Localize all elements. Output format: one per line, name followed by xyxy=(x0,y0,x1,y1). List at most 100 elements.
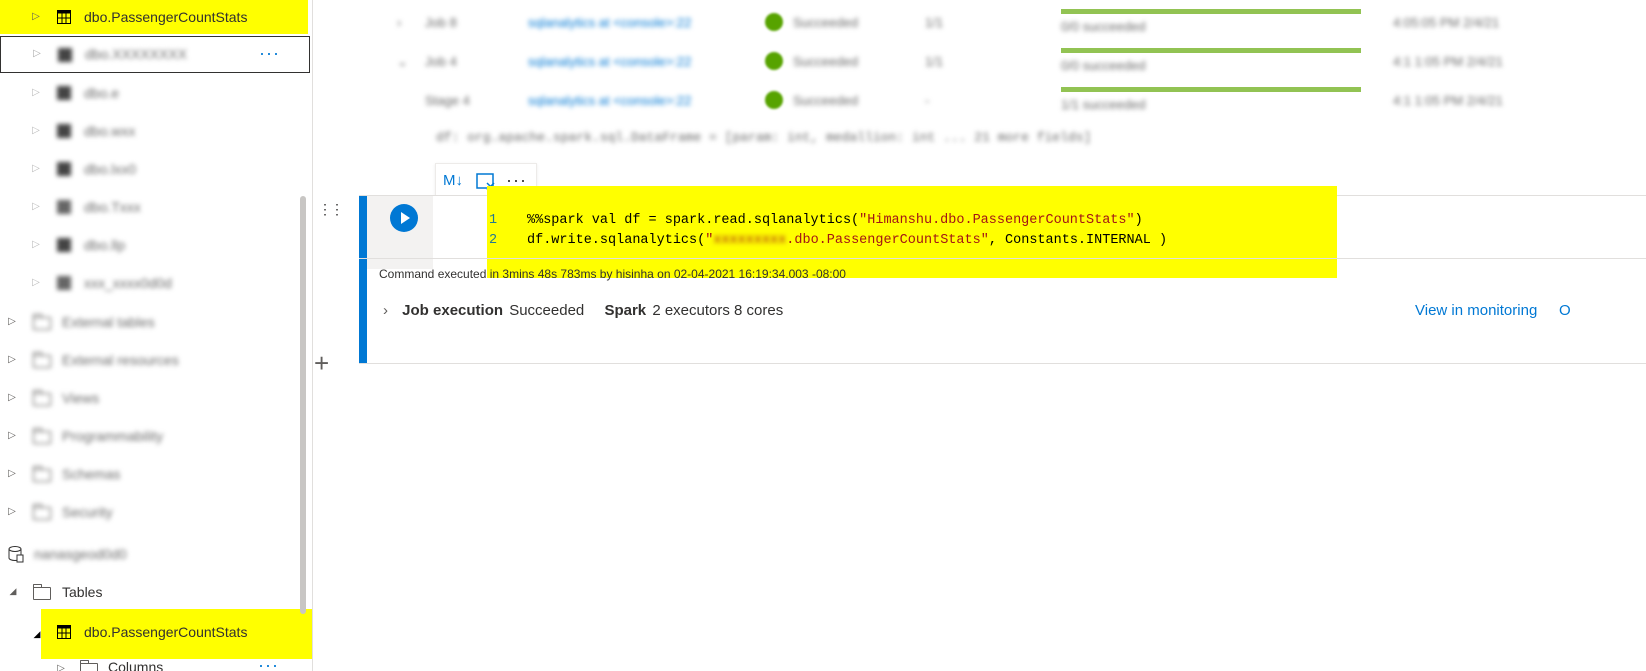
table-icon xyxy=(57,10,71,24)
tree-folder-label: External resources xyxy=(62,352,179,368)
execution-status: Command executed in 3mins 48s 783ms by h… xyxy=(379,267,846,281)
job-link[interactable]: sqlanalytics at <console>:22 xyxy=(528,93,691,108)
code-string-redacted: xxxxxxxxx xyxy=(713,233,787,248)
tree-item-label: xxx_xxxx0d0d xyxy=(84,275,172,291)
chevron-right-icon[interactable]: ▷ xyxy=(6,430,18,441)
code-text: ) xyxy=(1134,213,1143,228)
job-status: Succeeded xyxy=(793,93,859,108)
success-icon xyxy=(765,91,783,109)
folder-icon xyxy=(80,660,98,671)
sidebar-scrollbar[interactable] xyxy=(300,196,306,614)
tree-item[interactable]: ▷ dbo.wxx xyxy=(0,113,300,149)
tree-folder-label: Tables xyxy=(62,584,103,600)
tree-folder-tables[interactable]: ◢ Tables xyxy=(0,574,300,610)
add-cell-icon[interactable]: + xyxy=(314,348,329,379)
job-time: 4:1 1:05 PM 2/4/21 xyxy=(1393,54,1503,69)
tree-item[interactable]: ▷ dbo.llp xyxy=(0,227,300,263)
table-icon xyxy=(57,200,71,214)
tree-database[interactable]: nanasgeod0d0 xyxy=(0,536,300,572)
job-status: Succeeded xyxy=(793,54,859,69)
code-editor-highlight xyxy=(487,186,1337,278)
tree-folder[interactable]: ▷ Schemas xyxy=(0,456,300,492)
job-exec-label: Job execution xyxy=(402,302,504,319)
code-text: %%spark val df = spark.read.sqlanalytics… xyxy=(527,213,860,228)
job-id: Job 4 xyxy=(425,54,457,69)
table-icon xyxy=(57,625,71,639)
chevron-right-icon[interactable]: ▷ xyxy=(30,201,42,212)
more-options-icon[interactable]: ··· xyxy=(258,655,279,671)
job-tasks: - xyxy=(925,93,930,108)
chevron-right-icon[interactable]: ▷ xyxy=(30,163,42,174)
tree-item-top-table[interactable]: ▷ dbo.PassengerCountStats xyxy=(0,0,308,34)
folder-icon xyxy=(33,314,51,330)
chevron-right-icon[interactable]: ▷ xyxy=(6,392,18,403)
job-id: Stage 4 xyxy=(425,93,470,108)
folder-icon xyxy=(33,352,51,368)
chevron-right-icon[interactable]: ▷ xyxy=(31,48,43,59)
spark-label: Spark xyxy=(604,302,647,319)
tree-folder-label: Security xyxy=(62,504,113,520)
tree-folder[interactable]: ▷ Security xyxy=(0,494,300,530)
tree-item[interactable]: ▷ dbo.e xyxy=(0,75,300,111)
tree-item-label: dbo.XXXXXXXX xyxy=(85,46,187,62)
chevron-right-icon[interactable]: › xyxy=(383,302,388,319)
chevron-right-icon[interactable]: ▷ xyxy=(6,316,18,327)
database-label: nanasgeod0d0 xyxy=(34,546,127,562)
code-string: .dbo.PassengerCountStats" xyxy=(786,233,989,248)
line-number: 2 xyxy=(489,233,498,248)
chevron-right-icon[interactable]: ▷ xyxy=(30,125,42,136)
chevron-down-icon[interactable]: ⌄ xyxy=(397,54,408,70)
job-status: Succeeded xyxy=(793,15,859,30)
tree-folder-columns[interactable]: ▷ Columns ··· xyxy=(0,655,300,671)
tree-item-label: dbo.lxx0 xyxy=(84,161,137,177)
folder-icon xyxy=(33,390,51,406)
chevron-right-icon[interactable]: ▷ xyxy=(6,468,18,479)
code-text: , Constants.INTERNAL ) xyxy=(988,233,1168,248)
chevron-down-icon[interactable]: ◢ xyxy=(7,586,19,597)
dataframe-schema: df: org.apache.spark.sql.DataFrame = [pa… xyxy=(436,130,1092,145)
more-options-icon[interactable]: ··· xyxy=(259,43,280,64)
tree-folder-label: External tables xyxy=(62,314,155,330)
run-cell-button[interactable] xyxy=(390,204,418,232)
drag-handle-icon[interactable]: ⋮⋮ xyxy=(318,202,344,216)
tree-item-label: dbo.e xyxy=(84,85,120,101)
job-execution-summary[interactable]: › Job execution Succeeded Spark 2 execut… xyxy=(383,302,783,319)
markdown-icon[interactable]: M↓ xyxy=(443,172,463,189)
tree-item-focused[interactable]: ▷ dbo.XXXXXXXX ··· xyxy=(0,36,310,73)
chevron-right-icon[interactable]: › xyxy=(397,15,401,30)
chevron-right-icon[interactable]: ▷ xyxy=(30,239,42,250)
job-link[interactable]: sqlanalytics at <console>:22 xyxy=(528,15,691,30)
cut-off-link[interactable]: O xyxy=(1559,302,1571,319)
chevron-right-icon[interactable]: ▷ xyxy=(30,87,42,98)
tree-item[interactable]: ▷ dbo.Txxx xyxy=(0,189,300,225)
tree-item-label: dbo.Txxx xyxy=(84,199,141,215)
success-icon xyxy=(765,52,783,70)
table-icon xyxy=(57,86,71,100)
code-line-2[interactable]: df.write.sqlanalytics("xxxxxxxxx.dbo.Pas… xyxy=(527,233,1167,248)
tree-item-label: dbo.PassengerCountStats xyxy=(84,624,248,640)
view-in-monitoring-link[interactable]: View in monitoring xyxy=(1415,302,1537,319)
tree-item[interactable]: ▷ xxx_xxxx0d0d xyxy=(0,265,300,301)
chevron-right-icon[interactable]: ▷ xyxy=(30,11,42,22)
job-progress-text: 1/1 succeeded xyxy=(1061,97,1146,112)
tree-folder[interactable]: ▷ Views xyxy=(0,380,300,416)
chevron-right-icon[interactable]: ▷ xyxy=(55,663,67,671)
folder-icon xyxy=(33,428,51,444)
code-line-1[interactable]: %%spark val df = spark.read.sqlanalytics… xyxy=(527,213,1143,228)
code-cell[interactable]: 1 2 %%spark val df = spark.read.sqlanaly… xyxy=(359,186,1646,364)
job-link[interactable]: sqlanalytics at <console>:22 xyxy=(528,54,691,69)
spark-detail: 2 executors 8 cores xyxy=(652,302,784,319)
tree-folder[interactable]: ▷ External resources xyxy=(0,342,300,378)
chevron-right-icon[interactable]: ▷ xyxy=(30,277,42,288)
tree-folder[interactable]: ▷ Programmability xyxy=(0,418,300,454)
table-icon xyxy=(57,162,71,176)
chevron-down-icon[interactable]: ◢ xyxy=(31,629,43,640)
tree-item-label: dbo.llp xyxy=(84,237,126,253)
code-text: df.write.sqlanalytics( xyxy=(527,233,706,248)
tree-item-selected-table[interactable]: ◢ dbo.PassengerCountStats xyxy=(34,609,312,659)
chevron-right-icon[interactable]: ▷ xyxy=(6,354,18,365)
tree-folder-label: Views xyxy=(62,390,100,406)
chevron-right-icon[interactable]: ▷ xyxy=(6,506,18,517)
tree-item[interactable]: ▷ dbo.lxx0 xyxy=(0,151,300,187)
tree-folder[interactable]: ▷ External tables xyxy=(0,304,300,340)
